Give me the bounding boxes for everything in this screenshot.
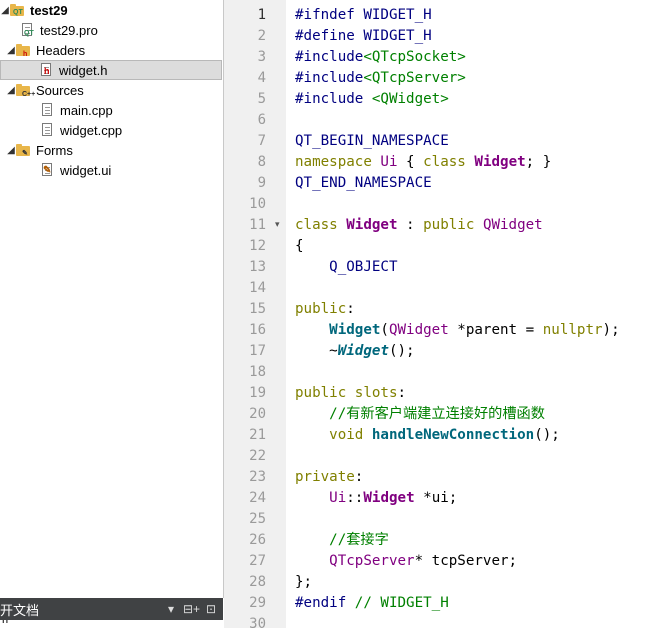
tree-item-label: Sources: [36, 82, 84, 98]
code-line[interactable]: #include<QTcpServer>: [295, 68, 466, 89]
code-line[interactable]: Q_OBJECT: [295, 257, 397, 278]
line-number: 6: [257, 112, 266, 128]
collapse-arrow-icon[interactable]: ◢: [6, 85, 16, 96]
code-line[interactable]: public slots:: [295, 383, 406, 404]
line-number: 9: [257, 175, 266, 191]
tree-item-label: Forms: [36, 142, 73, 158]
code-line[interactable]: #define WIDGET_H: [295, 26, 432, 47]
line-number: 14: [249, 280, 266, 296]
close-panel-icon[interactable]: ⊡: [203, 602, 219, 616]
line-number: 1: [257, 7, 266, 23]
line-number: 13: [249, 259, 266, 275]
code-line[interactable]: QT_END_NAMESPACE: [295, 173, 432, 194]
line-number: 16: [249, 322, 266, 338]
open-documents-list[interactable]: h *: [0, 620, 223, 628]
line-number: 19: [249, 385, 266, 401]
line-number: 3: [257, 49, 266, 65]
tree-item-main-cpp[interactable]: main.cpp: [0, 100, 262, 120]
code-editor[interactable]: #ifndef WIDGET_H #define WIDGET_H #include…: [286, 0, 665, 628]
code-line[interactable]: public:: [295, 299, 355, 320]
code-line[interactable]: {: [295, 236, 304, 257]
line-number-gutter: 1 2 3 4 5 6 7 8 9 10 11 ▾ 12 13 14 15 16 17 18 19 20 21 22 23 24…: [224, 0, 286, 632]
line-number: 12: [249, 238, 266, 254]
cpp-file-icon: [40, 103, 54, 117]
tree-item-label: test29.pro: [40, 22, 98, 38]
code-line[interactable]: QTcpServer* tcpServer;: [295, 551, 517, 572]
code-line[interactable]: class Widget : public QWidget: [295, 215, 543, 236]
code-line[interactable]: Widget(QWidget *parent = nullptr);: [295, 320, 619, 341]
line-number: 7: [257, 133, 266, 149]
code-line[interactable]: QT_BEGIN_NAMESPACE: [295, 131, 449, 152]
line-number: 4: [257, 70, 266, 86]
tree-item-project[interactable]: ◢ QT test29: [0, 0, 222, 20]
code-line[interactable]: #ifndef WIDGET_H: [295, 5, 432, 26]
pro-file-icon: QT: [20, 23, 34, 37]
line-number: 30: [249, 616, 266, 632]
line-number: 24: [249, 490, 266, 506]
code-line[interactable]: //套接字: [295, 530, 389, 551]
split-panel-icon[interactable]: ⊟+: [183, 602, 200, 616]
line-number: 21: [249, 427, 266, 443]
open-document-item[interactable]: h *: [2, 620, 15, 626]
tree-item-widget-ui[interactable]: ✎ widget.ui: [0, 160, 262, 180]
line-number: 22: [249, 448, 266, 464]
line-number: 27: [249, 553, 266, 569]
collapse-arrow-icon[interactable]: ◢: [6, 145, 16, 156]
collapse-arrow-icon[interactable]: ◢: [0, 5, 10, 16]
tree-item-label: widget.ui: [60, 162, 112, 178]
collapse-arrow-icon[interactable]: ◢: [6, 45, 16, 56]
tree-item-label: widget.cpp: [60, 122, 123, 138]
code-line[interactable]: private:: [295, 467, 363, 488]
line-number: 28: [249, 574, 266, 590]
line-number: 20: [249, 406, 266, 422]
header-file-icon: h: [39, 63, 53, 77]
code-line[interactable]: namespace Ui { class Widget; }: [295, 152, 551, 173]
tree-item-headers-folder[interactable]: ◢ h Headers: [0, 40, 228, 60]
code-line[interactable]: #include<QTcpSocket>: [295, 47, 466, 68]
line-number: 23: [249, 469, 266, 485]
code-line[interactable]: Ui::Widget *ui;: [295, 488, 457, 509]
line-number: 10: [249, 196, 266, 212]
line-number: 18: [249, 364, 266, 380]
panel-dropdown-icon[interactable]: ▾: [163, 602, 179, 616]
line-number: 2: [257, 28, 266, 44]
tree-item-widget-cpp[interactable]: widget.cpp: [0, 120, 262, 140]
forms-folder-icon: ✎: [16, 143, 30, 157]
open-documents-title: 开文档: [0, 602, 40, 618]
code-line[interactable]: #include <QWidget>: [295, 89, 449, 110]
code-line[interactable]: };: [295, 572, 312, 593]
code-line[interactable]: #endif // WIDGET_H: [295, 593, 449, 614]
qt-project-icon: QT: [10, 3, 24, 17]
headers-folder-icon: h: [16, 43, 30, 58]
sources-folder-icon: C++: [16, 83, 35, 98]
project-tree[interactable]: ◢ QT test29 QT test29.pro ◢ h Headers h …: [0, 0, 224, 598]
line-number: 8: [257, 154, 266, 170]
tree-item-label: widget.h: [59, 62, 108, 78]
line-number: 11: [249, 217, 266, 233]
line-number: 5: [257, 91, 266, 107]
tree-item-pro-file[interactable]: QT test29.pro: [0, 20, 242, 40]
code-line[interactable]: void handleNewConnection();: [295, 425, 560, 446]
line-number: 17: [249, 343, 266, 359]
open-documents-panel-header: 开文档 ▾ ⊟+ ⊡: [0, 598, 223, 620]
form-file-icon: ✎: [42, 163, 52, 176]
code-line[interactable]: ~Widget();: [295, 341, 414, 362]
line-number: 29: [249, 595, 266, 611]
tree-item-label: test29: [30, 2, 68, 18]
tree-item-label: Headers: [36, 42, 86, 58]
line-number: 15: [249, 301, 266, 317]
fold-toggle-icon[interactable]: ▾: [275, 219, 280, 230]
tree-item-widget-h[interactable]: h widget.h: [0, 60, 222, 80]
tree-item-label: main.cpp: [60, 102, 113, 118]
code-line[interactable]: //有新客户端建立连接好的槽函数: [295, 404, 545, 425]
tree-item-forms-folder[interactable]: ◢ ✎ Forms: [0, 140, 228, 160]
tree-item-sources-folder[interactable]: ◢ C++ Sources: [0, 80, 228, 100]
line-number: 26: [249, 532, 266, 548]
line-number: 25: [249, 511, 266, 527]
cpp-file-icon: [40, 123, 54, 137]
